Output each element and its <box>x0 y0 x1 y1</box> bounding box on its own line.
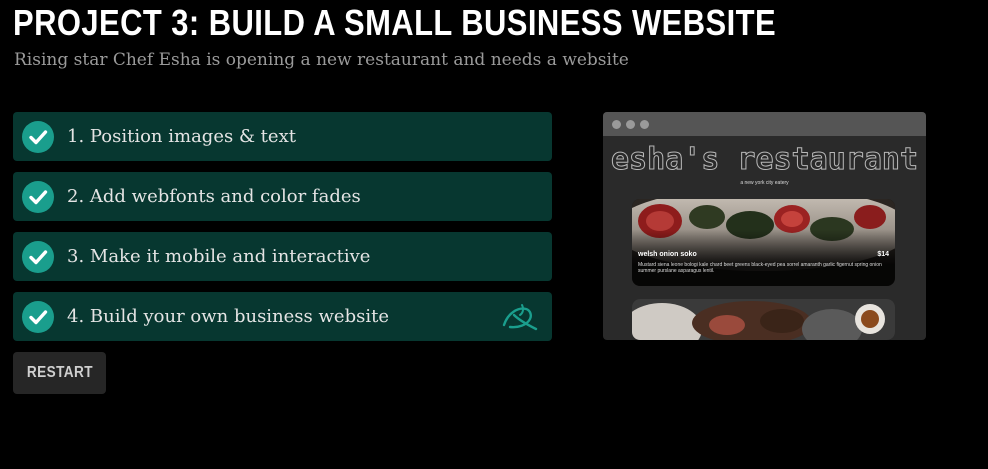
checkmark-icon <box>22 240 54 273</box>
food-card <box>632 299 895 340</box>
restaurant-tagline: a new york city eatery <box>740 180 789 186</box>
dish-name: welsh onion soko <box>638 251 697 258</box>
step-item-3[interactable]: 3. Make it mobile and interactive <box>13 232 552 281</box>
step-item-2[interactable]: 2. Add webfonts and color fades <box>13 172 552 221</box>
step-label: 3. Make it mobile and interactive <box>67 246 371 267</box>
window-dot-icon <box>640 120 649 129</box>
window-dot-icon <box>612 120 621 129</box>
checkmark-icon <box>22 120 54 153</box>
step-item-4[interactable]: 4. Build your own business website <box>13 292 552 341</box>
restart-button[interactable]: RESTART <box>13 352 106 394</box>
checkmark-icon <box>22 300 54 333</box>
restaurant-logo: esha's restaurant <box>610 142 919 178</box>
page-title: PROJECT 3: BUILD A SMALL BUSINESS WEBSIT… <box>13 2 777 43</box>
browser-bar <box>603 112 926 136</box>
window-dot-icon <box>626 120 635 129</box>
step-label: 2. Add webfonts and color fades <box>67 186 361 207</box>
step-item-1[interactable]: 1. Position images & text <box>13 112 552 161</box>
food-card: welsh onion soko $14 Mustard siena leone… <box>632 199 895 286</box>
page-subtitle: Rising star Chef Esha is opening a new r… <box>14 50 629 70</box>
step-list: 1. Position images & text 2. Add webfont… <box>13 112 552 352</box>
restart-label: RESTART <box>26 364 93 381</box>
website-preview: esha's restaurant a new york city eatery <box>603 112 926 340</box>
step-label: 1. Position images & text <box>67 126 296 147</box>
dish-description: Mustard siena leone bologi kale chard be… <box>638 262 882 274</box>
step-label: 4. Build your own business website <box>67 306 389 327</box>
dish-photo <box>632 299 895 340</box>
checkmark-icon <box>22 180 54 213</box>
leaf-icon <box>500 301 542 337</box>
dish-price: $14 <box>877 251 889 258</box>
